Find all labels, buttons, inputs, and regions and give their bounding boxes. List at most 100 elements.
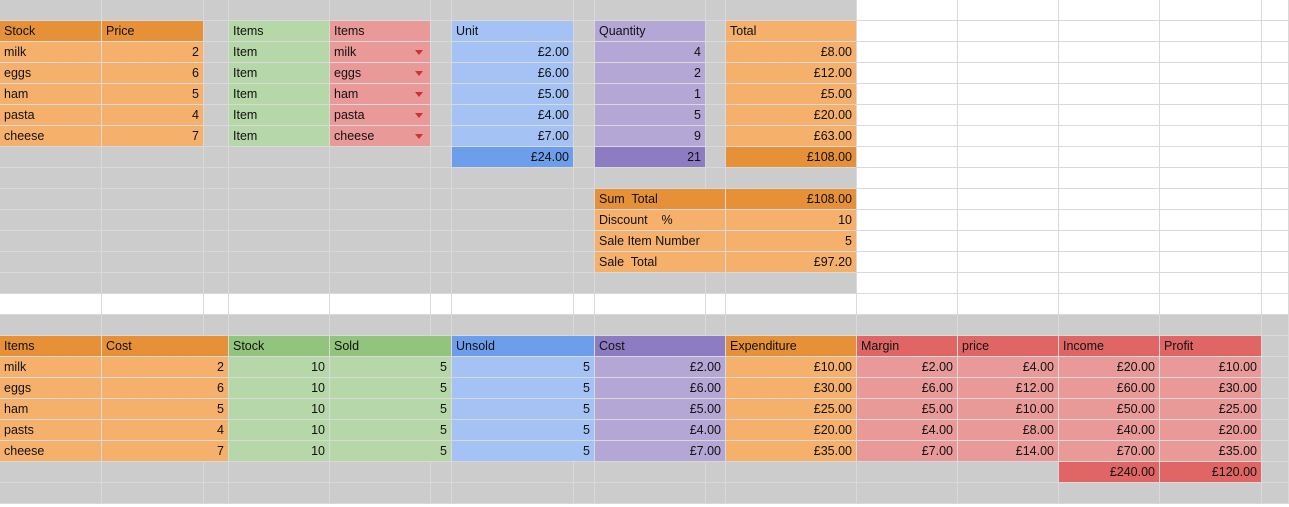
grid-cell[interactable] bbox=[1059, 315, 1160, 336]
grid-cell[interactable] bbox=[1262, 315, 1289, 336]
grid-cell[interactable] bbox=[1160, 105, 1262, 126]
header-margin[interactable]: Margin bbox=[857, 336, 958, 357]
price-cell[interactable]: 6 bbox=[102, 63, 204, 84]
grid-cell[interactable] bbox=[452, 315, 574, 336]
grid-cell[interactable] bbox=[330, 210, 431, 231]
price-cell[interactable]: £10.00 bbox=[958, 399, 1059, 420]
grid-cell[interactable] bbox=[204, 273, 229, 294]
item-cell[interactable]: Item bbox=[229, 63, 330, 84]
grid-cell[interactable] bbox=[431, 126, 452, 147]
grid-cell[interactable] bbox=[1262, 441, 1289, 462]
grid-cell[interactable] bbox=[857, 42, 958, 63]
sale-total-value[interactable]: £97.20 bbox=[726, 252, 857, 273]
grid-cell[interactable] bbox=[1059, 42, 1160, 63]
income-cell[interactable]: £50.00 bbox=[1059, 399, 1160, 420]
header-income[interactable]: Income bbox=[1059, 336, 1160, 357]
grid-cell[interactable] bbox=[574, 210, 595, 231]
total-sum[interactable]: £108.00 bbox=[726, 147, 857, 168]
grid-cell[interactable] bbox=[706, 273, 726, 294]
quantity-cell[interactable]: 9 bbox=[595, 126, 706, 147]
grid-cell[interactable] bbox=[574, 147, 595, 168]
grid-cell[interactable] bbox=[204, 252, 229, 273]
grid-cell[interactable] bbox=[0, 462, 102, 483]
grid-cell[interactable] bbox=[0, 189, 102, 210]
grid-cell[interactable] bbox=[726, 0, 857, 21]
header-unsold[interactable]: Unsold bbox=[452, 336, 595, 357]
header-stock[interactable]: Stock bbox=[229, 336, 330, 357]
grid-cell[interactable] bbox=[1160, 21, 1262, 42]
grid-cell[interactable] bbox=[204, 84, 229, 105]
grid-cell[interactable] bbox=[452, 0, 574, 21]
grid-cell[interactable] bbox=[204, 42, 229, 63]
grid-cell[interactable] bbox=[204, 315, 229, 336]
grid-cell[interactable] bbox=[726, 294, 857, 315]
grid-cell[interactable] bbox=[0, 483, 102, 504]
grid-cell[interactable] bbox=[595, 483, 706, 504]
total-cell[interactable]: £12.00 bbox=[726, 63, 857, 84]
margin-cell[interactable]: £4.00 bbox=[857, 420, 958, 441]
grid-cell[interactable] bbox=[204, 231, 229, 252]
grid-cell[interactable] bbox=[958, 0, 1059, 21]
grid-cell[interactable] bbox=[1262, 336, 1289, 357]
grid-cell[interactable] bbox=[1160, 63, 1262, 84]
unsold-cell[interactable]: 5 bbox=[452, 378, 595, 399]
grid-cell[interactable] bbox=[857, 147, 958, 168]
grid-cell[interactable] bbox=[958, 126, 1059, 147]
grid-cell[interactable] bbox=[706, 42, 726, 63]
grid-cell[interactable] bbox=[958, 84, 1059, 105]
header-cost-unit[interactable]: Cost bbox=[595, 336, 726, 357]
grid-cell[interactable] bbox=[857, 63, 958, 84]
grid-cell[interactable] bbox=[431, 483, 452, 504]
grid-cell[interactable] bbox=[330, 231, 431, 252]
expenditure-cell[interactable]: £20.00 bbox=[726, 420, 857, 441]
grid-cell[interactable] bbox=[1059, 84, 1160, 105]
grid-cell[interactable] bbox=[574, 273, 595, 294]
header-stock[interactable]: Stock bbox=[0, 21, 102, 42]
grid-cell[interactable] bbox=[706, 84, 726, 105]
expenditure-cell[interactable]: £35.00 bbox=[726, 441, 857, 462]
margin-cell[interactable]: £5.00 bbox=[857, 399, 958, 420]
grid-cell[interactable] bbox=[857, 126, 958, 147]
unit-cell[interactable]: £7.00 bbox=[452, 126, 574, 147]
grid-cell[interactable] bbox=[857, 84, 958, 105]
grid-cell[interactable] bbox=[1262, 42, 1289, 63]
items-cell[interactable]: eggs bbox=[0, 378, 102, 399]
unsold-cell[interactable]: 5 bbox=[452, 399, 595, 420]
price-cell[interactable]: £8.00 bbox=[958, 420, 1059, 441]
grid-cell[interactable] bbox=[574, 315, 595, 336]
grid-cell[interactable] bbox=[1262, 84, 1289, 105]
grid-cell[interactable] bbox=[102, 231, 204, 252]
grid-cell[interactable] bbox=[595, 168, 706, 189]
grid-cell[interactable] bbox=[1262, 63, 1289, 84]
quantity-cell[interactable]: 2 bbox=[595, 63, 706, 84]
grid-cell[interactable] bbox=[204, 210, 229, 231]
header-profit[interactable]: Profit bbox=[1160, 336, 1262, 357]
grid-cell[interactable] bbox=[706, 0, 726, 21]
grid-cell[interactable] bbox=[0, 0, 102, 21]
header-quantity[interactable]: Quantity bbox=[595, 21, 706, 42]
cost-unit-cell[interactable]: £5.00 bbox=[595, 399, 726, 420]
grid-cell[interactable] bbox=[1059, 105, 1160, 126]
grid-cell[interactable] bbox=[574, 252, 595, 273]
grid-cell[interactable] bbox=[431, 252, 452, 273]
margin-cell[interactable]: £6.00 bbox=[857, 378, 958, 399]
grid-cell[interactable] bbox=[857, 168, 958, 189]
item-cell[interactable]: Item bbox=[229, 84, 330, 105]
grid-cell[interactable] bbox=[1262, 273, 1289, 294]
grid-cell[interactable] bbox=[229, 210, 330, 231]
grid-cell[interactable] bbox=[431, 273, 452, 294]
cost-unit-cell[interactable]: £2.00 bbox=[595, 357, 726, 378]
grid-cell[interactable] bbox=[330, 294, 431, 315]
grid-cell[interactable] bbox=[1262, 168, 1289, 189]
grid-cell[interactable] bbox=[102, 168, 204, 189]
grid-cell[interactable] bbox=[1160, 315, 1262, 336]
grid-cell[interactable] bbox=[452, 189, 574, 210]
stock-cell[interactable]: ham bbox=[0, 84, 102, 105]
grid-cell[interactable] bbox=[726, 273, 857, 294]
grid-cell[interactable] bbox=[452, 273, 574, 294]
grid-cell[interactable] bbox=[330, 483, 431, 504]
grid-cell[interactable] bbox=[431, 210, 452, 231]
sale-item-value[interactable]: 5 bbox=[726, 231, 857, 252]
stock-cell[interactable]: 10 bbox=[229, 378, 330, 399]
grid-cell[interactable] bbox=[857, 294, 958, 315]
